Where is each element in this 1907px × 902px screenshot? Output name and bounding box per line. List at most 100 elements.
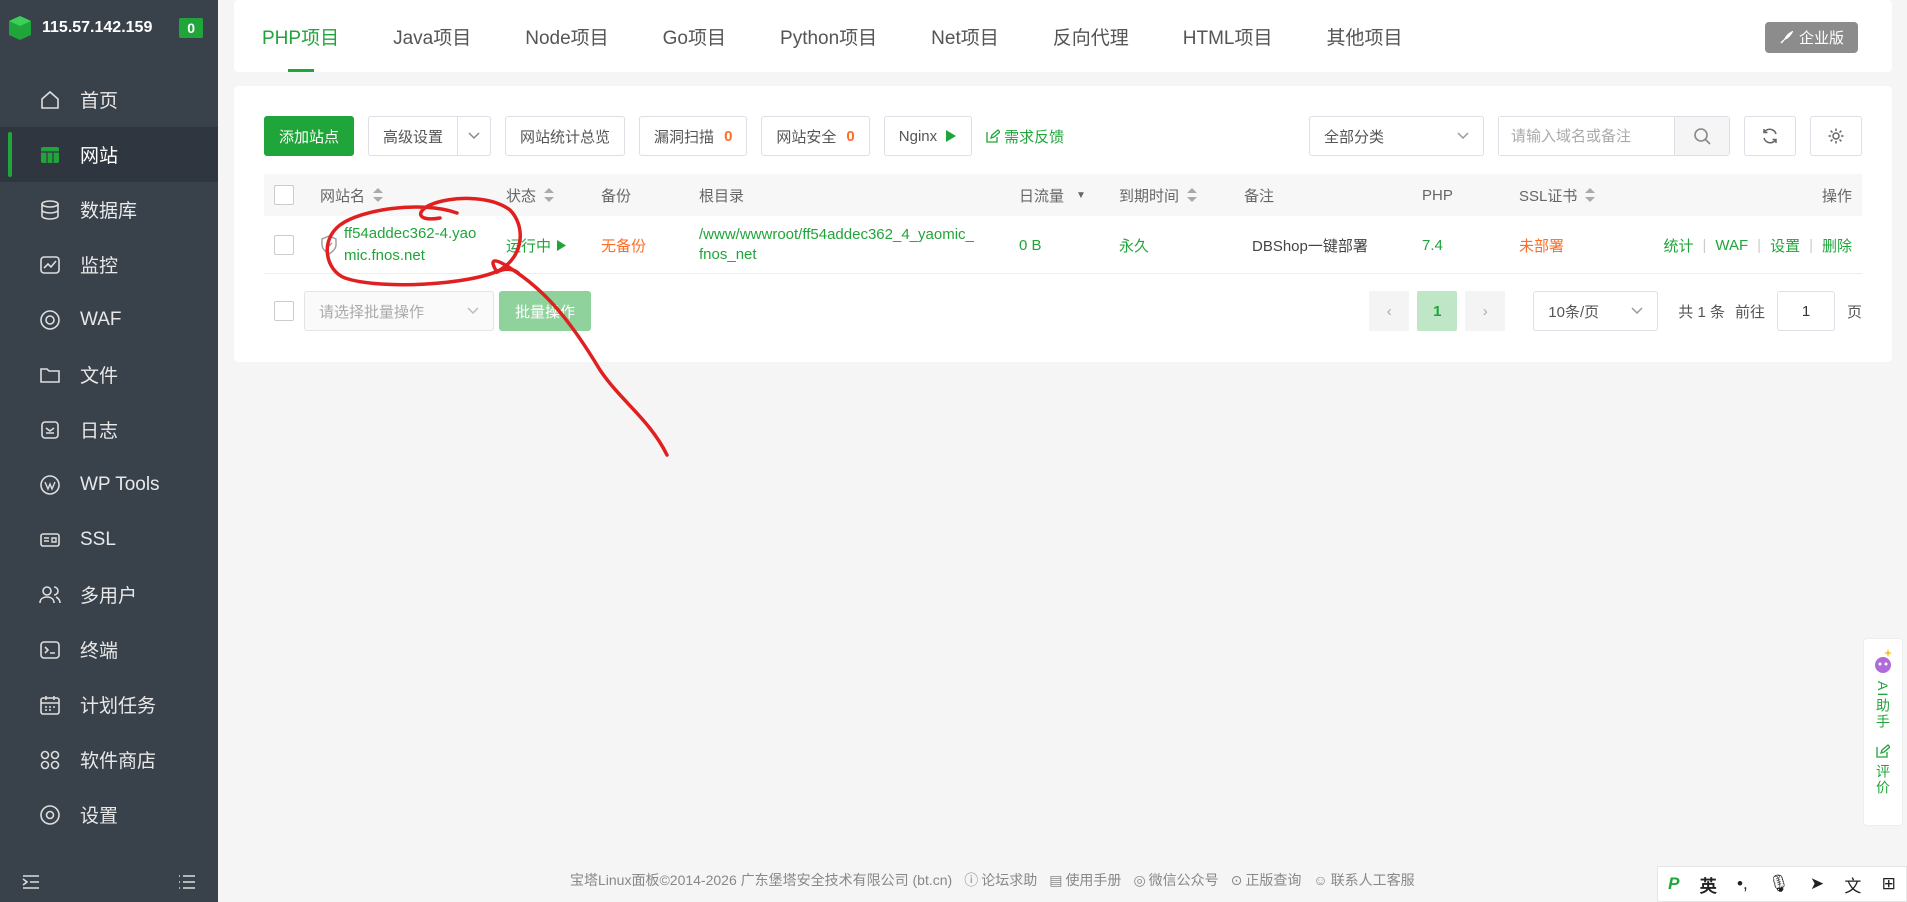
header-status[interactable]: 状态 bbox=[506, 174, 555, 216]
tab-7[interactable]: HTML项目 bbox=[1183, 0, 1273, 72]
ai-robot-icon[interactable] bbox=[1870, 647, 1896, 675]
forum-link[interactable]: ⓘ 论坛求助 bbox=[964, 870, 1037, 890]
license-link[interactable]: ⊙ 正版查询 bbox=[1231, 870, 1302, 890]
root-path-line1: /www/wwwroot/ff54addec362_4_yaomic_ bbox=[699, 226, 974, 243]
sidebar-item-website[interactable]: 网站 bbox=[0, 127, 218, 182]
sidebar-item-folder[interactable]: 文件 bbox=[0, 347, 218, 402]
collapse-menu-icon[interactable] bbox=[22, 874, 40, 890]
vuln-scan-button[interactable]: 漏洞扫描 0 bbox=[639, 116, 748, 156]
manual-link[interactable]: ▤ 使用手册 bbox=[1049, 870, 1121, 890]
support-link[interactable]: ☺ 联系人工客服 bbox=[1313, 870, 1414, 890]
search-input[interactable] bbox=[1499, 117, 1674, 155]
sidebar-item-ssl[interactable]: SSL bbox=[0, 512, 218, 567]
expire-value[interactable]: 永久 bbox=[1119, 217, 1149, 273]
site-name-cell: ff54addec362-4.yao mic.fnos.net bbox=[320, 217, 476, 273]
batch-select[interactable]: 请选择批量操作 bbox=[304, 291, 494, 331]
feedback-link[interactable]: 需求反馈 bbox=[986, 126, 1064, 147]
enterprise-button[interactable]: 企业版 bbox=[1764, 22, 1858, 53]
microphone-icon[interactable]: 🎙 bbox=[1768, 874, 1790, 894]
op-stats-link[interactable]: 统计 bbox=[1663, 235, 1693, 256]
tab-0[interactable]: PHP项目 bbox=[262, 0, 339, 72]
ai-assistant-label[interactable]: AI助手 bbox=[1873, 681, 1893, 730]
monitor-icon bbox=[38, 253, 62, 277]
sidebar-item-label: 软件商店 bbox=[80, 751, 157, 772]
server-ip[interactable]: 115.57.142.159 bbox=[42, 19, 152, 37]
tab-3[interactable]: Go项目 bbox=[663, 0, 726, 72]
send-icon[interactable]: ➤ bbox=[1810, 874, 1824, 894]
ime-mode[interactable]: 英 bbox=[1700, 872, 1717, 897]
page-size-select[interactable]: 10条/页 bbox=[1533, 291, 1659, 331]
sidebar-item-app-store[interactable]: 软件商店 bbox=[0, 732, 218, 787]
tab-1[interactable]: Java项目 bbox=[393, 0, 471, 72]
sort-icon bbox=[373, 188, 384, 202]
search-icon: ⊙ bbox=[1230, 871, 1243, 888]
root-path-link[interactable]: /www/wwwroot/ff54addec362_4_yaomic_ fnos… bbox=[699, 217, 974, 273]
menu-list-icon[interactable] bbox=[178, 874, 196, 890]
feedback-label: 需求反馈 bbox=[1004, 128, 1065, 146]
php-version[interactable]: 7.4 bbox=[1422, 217, 1443, 273]
settings-icon bbox=[38, 803, 62, 827]
batch-checkbox[interactable] bbox=[274, 301, 294, 321]
select-all-checkbox[interactable] bbox=[274, 174, 294, 216]
goto-page-input[interactable]: 1 bbox=[1776, 291, 1835, 331]
refresh-button[interactable] bbox=[1744, 116, 1796, 156]
prev-page-button[interactable]: ‹ bbox=[1369, 291, 1410, 331]
sidebar-item-log[interactable]: 日志 bbox=[0, 402, 218, 457]
wechat-link[interactable]: ◎ 微信公众号 bbox=[1133, 870, 1218, 890]
sidebar-item-monitor[interactable]: 监控 bbox=[0, 237, 218, 292]
op-waf-link[interactable]: WAF bbox=[1715, 237, 1748, 254]
status-running[interactable]: 运行中 bbox=[506, 217, 567, 273]
site-security-label: 网站安全 bbox=[776, 128, 837, 146]
sidebar-item-terminal[interactable]: 终端 bbox=[0, 622, 218, 677]
table-row: ff54addec362-4.yao mic.fnos.net 运行中 无备份 … bbox=[264, 217, 1862, 274]
ime-logo-icon[interactable]: P bbox=[1668, 874, 1679, 894]
tab-2[interactable]: Node项目 bbox=[525, 0, 608, 72]
advanced-dropdown-button[interactable] bbox=[458, 116, 492, 156]
sidebar-item-wordpress[interactable]: WP Tools bbox=[0, 457, 218, 512]
tab-5[interactable]: Net项目 bbox=[931, 0, 999, 72]
batch-action-button[interactable]: 批量操作 bbox=[499, 291, 591, 331]
backup-status[interactable]: 无备份 bbox=[601, 217, 646, 273]
edit-icon bbox=[1876, 744, 1890, 758]
translate-icon[interactable]: 文 bbox=[1844, 872, 1861, 897]
op-delete-link[interactable]: 删除 bbox=[1822, 235, 1852, 256]
table-settings-button[interactable] bbox=[1810, 116, 1862, 156]
grid-icon[interactable]: ⊞ bbox=[1882, 874, 1896, 894]
sidebar-item-label: 监控 bbox=[80, 256, 119, 277]
notification-badge[interactable]: 0 bbox=[179, 18, 203, 38]
shield-icon[interactable] bbox=[320, 235, 338, 255]
sidebar-item-calendar[interactable]: 计划任务 bbox=[0, 677, 218, 732]
row-checkbox[interactable] bbox=[274, 217, 294, 273]
tab-6[interactable]: 反向代理 bbox=[1053, 0, 1129, 72]
punctuation-icon[interactable]: •, bbox=[1737, 874, 1748, 894]
header-traffic[interactable]: 日流量 ▼ bbox=[1019, 174, 1086, 216]
stats-overview-button[interactable]: 网站统计总览 bbox=[505, 116, 626, 156]
remark-value[interactable]: DBShop一键部署 bbox=[1252, 217, 1368, 273]
sidebar-item-database[interactable]: 数据库 bbox=[0, 182, 218, 237]
users-icon bbox=[38, 583, 62, 607]
op-settings-link[interactable]: 设置 bbox=[1770, 235, 1800, 256]
site-security-button[interactable]: 网站安全 0 bbox=[761, 116, 870, 156]
sidebar-item-settings[interactable]: 设置 bbox=[0, 787, 218, 842]
sidebar-item-waf[interactable]: WAF bbox=[0, 292, 218, 347]
category-select[interactable]: 全部分类 bbox=[1309, 116, 1484, 156]
traffic-value[interactable]: 0 B bbox=[1019, 217, 1042, 273]
sort-icon bbox=[1585, 188, 1596, 202]
review-label[interactable]: 评价 bbox=[1873, 764, 1893, 796]
tab-4[interactable]: Python项目 bbox=[780, 0, 877, 72]
advanced-settings-button[interactable]: 高级设置 bbox=[368, 116, 459, 156]
tab-8[interactable]: 其他项目 bbox=[1327, 0, 1403, 72]
ssl-status[interactable]: 未部署 bbox=[1519, 217, 1564, 273]
sidebar-footer bbox=[0, 862, 218, 902]
next-page-button[interactable]: › bbox=[1465, 291, 1506, 331]
nginx-button[interactable]: Nginx bbox=[883, 116, 973, 156]
header-ssl[interactable]: SSL证书 bbox=[1519, 174, 1596, 216]
sidebar-item-home[interactable]: 首页 bbox=[0, 72, 218, 127]
search-button[interactable] bbox=[1674, 117, 1729, 155]
sidebar-item-users[interactable]: 多用户 bbox=[0, 567, 218, 622]
add-site-button[interactable]: 添加站点 bbox=[264, 116, 355, 156]
header-expire[interactable]: 到期时间 bbox=[1119, 174, 1198, 216]
current-page[interactable]: 1 bbox=[1417, 291, 1458, 331]
header-name[interactable]: 网站名 bbox=[320, 174, 384, 216]
site-name-link[interactable]: ff54addec362-4.yao mic.fnos.net bbox=[344, 223, 476, 267]
